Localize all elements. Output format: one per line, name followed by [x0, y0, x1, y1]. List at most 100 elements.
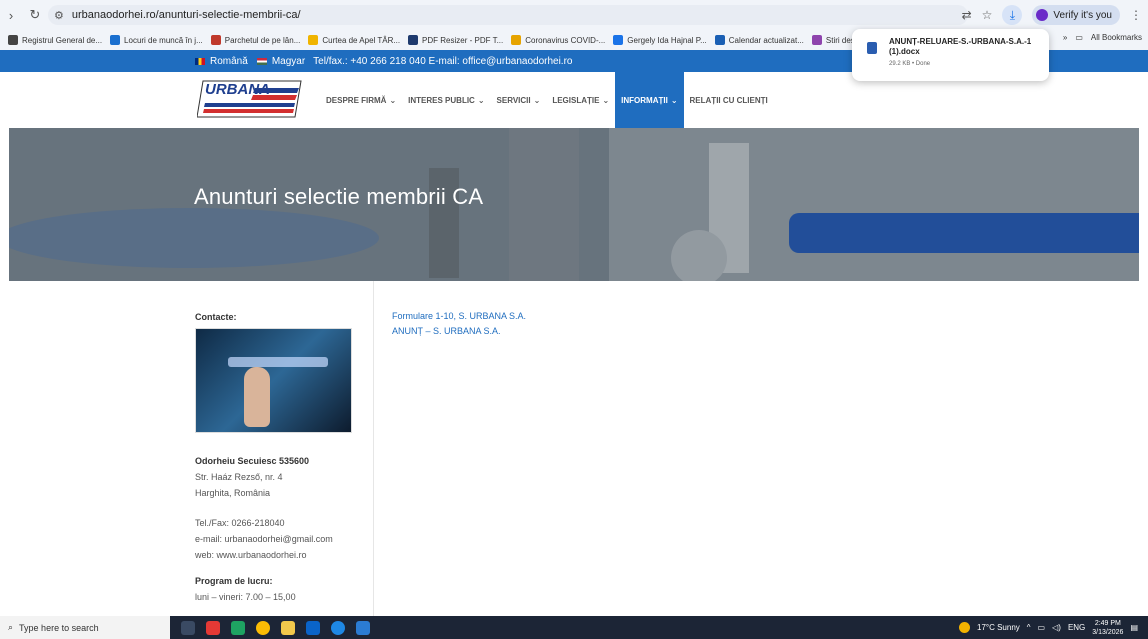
address-street: Str. Haáz Rezső, nr. 4: [195, 472, 283, 482]
network-icon[interactable]: ▭: [1038, 623, 1046, 632]
address-city: Odorheiu Secuiesc 535600: [195, 456, 310, 466]
menu-icon[interactable]: ⋮: [1130, 8, 1142, 22]
menu-item[interactable]: INFORMAȚII ⌄: [615, 72, 684, 128]
tray-chevron-icon[interactable]: ^: [1027, 623, 1031, 632]
urbana-logo[interactable]: URBANA: [197, 79, 305, 119]
main-menu: DESPRE FIRMĂ ⌄ INTERES PUBLIC ⌄ SERVICII ⌄ LEG…: [320, 72, 774, 128]
weather-text[interactable]: 17°C Sunny: [977, 623, 1020, 632]
store-icon[interactable]: [356, 620, 370, 635]
hours-heading: Program de lucru:: [195, 576, 273, 586]
bookmark-label: Curtea de Apel TÂR...: [322, 35, 401, 45]
contact-image: [195, 328, 352, 433]
outlook-icon[interactable]: [306, 620, 320, 635]
site-settings-icon[interactable]: ⚙: [54, 9, 64, 22]
bookmark-item[interactable]: Curtea de Apel TÂR...: [308, 35, 400, 45]
search-placeholder: Type here to search: [19, 622, 99, 633]
bookmark-favicon-icon: [613, 35, 624, 45]
lang-ro-link[interactable]: Română: [210, 56, 248, 67]
address-county: Harghita, România: [195, 488, 271, 498]
clock[interactable]: 2:49 PM 3/13/2026: [1092, 619, 1123, 637]
menu-item[interactable]: DESPRE FIRMĂ ⌄: [320, 72, 402, 128]
browser-toolbar: › ↻ ⚙ urbanaodorhei.ro/anunturi-selectie…: [0, 0, 1148, 30]
widgets-icon[interactable]: [206, 620, 220, 635]
language-indicator[interactable]: ENG: [1068, 623, 1085, 632]
profile-avatar-icon: [1036, 9, 1049, 21]
task-view-icon[interactable]: [181, 620, 195, 635]
bookmarks-right: » ▭ All Bookmarks: [1063, 33, 1142, 42]
address-block: Odorheiu Secuiesc 535600 Str. Haáz Rezső…: [195, 453, 365, 605]
bookmark-label: PDF Resizer - PDF T...: [422, 35, 504, 45]
bookmark-favicon-icon: [714, 35, 725, 45]
hero-banner: Anunturi selectie membrii CA: [9, 128, 1139, 281]
reload-icon[interactable]: ↻: [26, 6, 44, 24]
translate-icon[interactable]: ⇄: [962, 8, 972, 22]
bookmark-label: Gergely Ida Hajnal P...: [627, 35, 707, 45]
chevron-down-icon: ⌄: [602, 95, 610, 105]
bookmark-favicon-icon: [210, 35, 221, 45]
chrome-icon[interactable]: [256, 620, 270, 635]
bookmark-item[interactable]: Calendar actualizat...: [714, 35, 804, 45]
download-meta: 29.2 KB • Done: [889, 61, 931, 67]
topbar-contact: Tel/fax.: +40 266 218 040 E-mail: office…: [313, 55, 573, 67]
hand-image: [244, 367, 270, 427]
romanian-flag-icon[interactable]: [195, 57, 205, 65]
bookmark-label: Locuri de muncă în j...: [124, 35, 203, 45]
edge-icon[interactable]: [231, 620, 245, 635]
content-divider: [373, 281, 374, 616]
download-popup[interactable]: ANUNȚ-RELUARE-S.-URBANA-S.A.-1 (1).docx …: [852, 29, 1049, 81]
forward-icon[interactable]: ›: [2, 6, 20, 24]
weather-icon[interactable]: [959, 622, 970, 633]
bookmark-favicon-icon: [110, 35, 121, 45]
menu-item-label: DESPRE FIRMĂ: [326, 95, 387, 105]
bookmark-label: Registrul General de...: [22, 35, 103, 45]
page-title: Anunturi selectie membrii CA: [194, 184, 484, 209]
bookmark-item[interactable]: Registrul General de...: [8, 35, 102, 45]
bookmark-item[interactable]: Gergely Ida Hajnal P...: [613, 35, 707, 45]
taskbar-search[interactable]: ⌕ Type here to search: [0, 616, 170, 639]
bookmark-item[interactable]: Parchetul de pe lân...: [210, 35, 301, 45]
menu-item[interactable]: INTERES PUBLIC ⌄: [402, 72, 490, 128]
volume-icon[interactable]: ◁): [1052, 623, 1061, 632]
safari-icon[interactable]: [331, 620, 345, 635]
menu-item-label: INFORMAȚII: [621, 95, 668, 105]
file-explorer-icon[interactable]: [281, 620, 295, 635]
hungarian-flag-icon[interactable]: [256, 57, 267, 65]
lang-hu-link[interactable]: Magyar: [272, 56, 305, 67]
all-bookmarks-link[interactable]: All Bookmarks: [1091, 33, 1142, 42]
menu-item[interactable]: SERVICII ⌄: [491, 72, 547, 128]
chevron-down-icon: ⌄: [477, 95, 485, 105]
menu-item[interactable]: RELAȚII CU CLIENȚI: [684, 72, 774, 128]
system-tray: 17°C Sunny ^ ▭ ◁) ENG 2:49 PM 3/13/2026 …: [959, 616, 1138, 639]
bookmark-item[interactable]: Locuri de muncă în j...: [110, 35, 203, 45]
contact-icons-bar: [228, 357, 328, 367]
url-text: urbanaodorhei.ro/anunturi-selectie-membr…: [71, 9, 301, 21]
bookmark-label: Coronavirus COVID-...: [525, 35, 606, 45]
bookmark-favicon-icon: [8, 35, 18, 45]
download-icon[interactable]: ⤓: [1002, 5, 1023, 25]
document-link[interactable]: Formulare 1-10, S. URBANA S.A.: [392, 309, 526, 324]
document-links: Formulare 1-10, S. URBANA S.A. ANUNȚ – S…: [392, 309, 526, 339]
docx-file-icon: [867, 42, 877, 54]
menu-item-label: INTERES PUBLIC: [408, 95, 475, 105]
windows-taskbar: ⌕ Type here to search 17°C Sunny ^ ▭ ◁) …: [0, 616, 1148, 639]
menu-item[interactable]: LEGISLAȚIE ⌄: [546, 72, 615, 128]
folder-icon: ▭: [1075, 33, 1083, 42]
bookmark-favicon-icon: [811, 35, 822, 45]
bookmark-favicon-icon: [511, 35, 522, 45]
notifications-icon[interactable]: ▤: [1130, 623, 1138, 632]
contact-sidebar: Contacte: Odorheiu Secuiesc 535600 Str. …: [195, 312, 365, 605]
more-bookmarks-button[interactable]: »: [1063, 33, 1067, 42]
document-link[interactable]: ANUNȚ – S. URBANA S.A.: [392, 324, 526, 339]
download-filename[interactable]: ANUNȚ-RELUARE-S.-URBANA-S.A.-1 (1).docx: [889, 37, 1039, 57]
url-bar[interactable]: ⚙ urbanaodorhei.ro/anunturi-selectie-mem…: [48, 5, 968, 25]
bookmark-favicon-icon: [408, 35, 419, 45]
bookmark-label: Parchetul de pe lân...: [224, 35, 301, 45]
contact-web: web: www.urbanaodorhei.ro: [195, 550, 307, 560]
bookmark-item[interactable]: Coronavirus COVID-...: [511, 35, 605, 45]
bookmark-favicon-icon: [308, 35, 319, 45]
star-icon[interactable]: ☆: [982, 8, 993, 22]
verify-label: Verify it's you: [1053, 9, 1112, 21]
bookmark-item[interactable]: PDF Resizer - PDF T...: [408, 35, 503, 45]
chevron-down-icon: ⌄: [389, 95, 397, 105]
verify-button[interactable]: Verify it's you: [1032, 5, 1120, 25]
